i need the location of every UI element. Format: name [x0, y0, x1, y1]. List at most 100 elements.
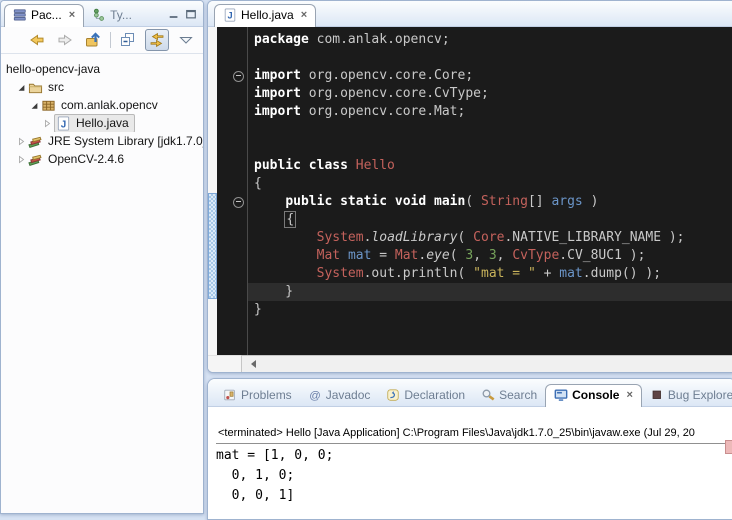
- code-line: public static void main( String[] args ): [254, 193, 732, 211]
- code-token: Mat: [317, 248, 340, 263]
- tree-item-src[interactable]: src: [1, 78, 203, 96]
- project-tree: hello-opencv-java srccom.anlak.opencvJHel…: [1, 54, 203, 168]
- link-with-editor-button[interactable]: [145, 29, 169, 51]
- code-token: String: [481, 194, 528, 209]
- folding-gutter: [217, 27, 247, 355]
- code-token: mat: [559, 266, 582, 281]
- code-token: package: [254, 32, 309, 47]
- view-tab-search[interactable]: Search: [473, 385, 545, 406]
- view-tab-problems[interactable]: Problems: [215, 385, 300, 406]
- view-tab-pac[interactable]: Pac... ×: [4, 4, 84, 27]
- expand-arrow-icon[interactable]: [28, 100, 41, 111]
- code-token: CvType: [512, 248, 559, 263]
- maximize-button[interactable]: [184, 8, 198, 20]
- tree-item-label: hello-opencv-java: [4, 62, 102, 76]
- search-icon: [481, 388, 495, 402]
- collapse-arrow-icon[interactable]: [41, 118, 54, 129]
- code-editor[interactable]: package com.anlak.opencv; import org.open…: [217, 27, 732, 355]
- code-token: .dump() );: [583, 266, 661, 281]
- tab-label: Bug Explorer: [668, 388, 732, 402]
- code-token: {: [284, 211, 296, 228]
- code-line: System.out.println( "mat = " + mat.dump(…: [254, 265, 732, 283]
- range-indicator: [208, 193, 217, 299]
- collapse-arrow-icon[interactable]: [15, 136, 28, 147]
- code-token: +: [536, 266, 559, 281]
- forward-button[interactable]: [54, 30, 76, 50]
- editor-area: JHello.java× package com.anlak.opencv; im…: [207, 0, 732, 373]
- code-token: 3: [465, 248, 473, 263]
- code-line: Mat mat = Mat.eye( 3, 3, CvType.CV_8UC1 …: [254, 247, 732, 265]
- collapse-all-button[interactable]: [117, 30, 139, 50]
- back-icon: [29, 32, 45, 48]
- code-token: Core: [473, 230, 504, 245]
- annotation-ruler[interactable]: [208, 27, 217, 355]
- code-token: []: [528, 194, 551, 209]
- close-icon[interactable]: ×: [69, 10, 75, 21]
- tab-label: Search: [499, 388, 537, 402]
- code-line: package com.anlak.opencv;: [254, 31, 732, 49]
- svg-text:J: J: [61, 119, 66, 130]
- tab-label: Problems: [241, 388, 292, 402]
- close-icon[interactable]: ×: [626, 390, 632, 401]
- tab-label: Pac...: [31, 8, 62, 22]
- svg-text:J: J: [227, 11, 232, 21]
- code-token: [254, 194, 285, 209]
- tree-item-opencv-2-4-6[interactable]: OpenCV-2.4.6: [1, 150, 203, 168]
- code-line: System.loadLibrary( Core.NATIVE_LIBRARY_…: [254, 229, 732, 247]
- code-token: System: [317, 230, 364, 245]
- collapse-all-icon: [120, 32, 136, 48]
- scrollbar-track[interactable]: [241, 355, 732, 372]
- go-up-button[interactable]: [82, 30, 104, 50]
- declaration-icon: [386, 388, 400, 402]
- code-text[interactable]: package com.anlak.opencv; import org.open…: [248, 27, 732, 319]
- fold-collapse-icon[interactable]: [233, 71, 244, 82]
- console-view: <terminated> Hello [Java Application] C:…: [208, 407, 732, 519]
- view-tab-javadoc[interactable]: @Javadoc: [300, 385, 379, 406]
- code-token: com.anlak.opencv;: [309, 32, 450, 47]
- selected-item-box: JHello.java: [54, 114, 135, 132]
- tree-item-hello-opencv-java[interactable]: hello-opencv-java: [1, 60, 203, 78]
- collapse-arrow-icon[interactable]: [15, 154, 28, 165]
- code-token: System: [317, 266, 364, 281]
- library-icon: [28, 152, 43, 167]
- console-view-stack: Problems @JavadocDeclaration Search Console…: [207, 378, 732, 520]
- tree-item-jre-system-library-jdk1-7-0-25[interactable]: JRE System Library [jdk1.7.0_25]: [1, 132, 203, 150]
- editor-tab-hello-java[interactable]: JHello.java×: [214, 4, 316, 27]
- code-line: import org.opencv.core.CvType;: [254, 85, 732, 103]
- view-tab-console[interactable]: Console ×: [545, 384, 642, 407]
- tree-item-com-anlak-opencv[interactable]: com.anlak.opencv: [1, 96, 203, 114]
- editor-tabbar: JHello.java×: [208, 1, 732, 27]
- string-literal: "mat = ": [473, 266, 536, 281]
- back-button[interactable]: [26, 30, 48, 50]
- code-token: ,: [497, 248, 513, 263]
- source-folder-icon: [28, 80, 43, 95]
- scroll-left-arrow-icon[interactable]: [247, 360, 256, 368]
- view-menu-button[interactable]: [175, 30, 197, 50]
- tree-item-hello-java[interactable]: JHello.java: [1, 114, 203, 132]
- code-token: import: [254, 86, 301, 101]
- close-icon[interactable]: ×: [301, 10, 307, 21]
- view-tab-declaration[interactable]: Declaration: [378, 385, 473, 406]
- code-token: .CV_8UC1 );: [559, 248, 645, 263]
- bug-icon: [650, 388, 664, 402]
- view-tab-ty[interactable]: Ty...: [84, 5, 140, 26]
- left-view-tabbar: Pac... × Ty...: [1, 1, 203, 27]
- code-line: {: [254, 211, 732, 229]
- link-with-editor-icon: [149, 32, 165, 48]
- code-token: (: [450, 248, 466, 263]
- expand-arrow-icon[interactable]: [15, 82, 28, 93]
- problems-icon: [223, 388, 237, 402]
- code-token: {: [254, 176, 262, 191]
- tab-label: Javadoc: [326, 388, 371, 402]
- bottom-view-tabbar: Problems @JavadocDeclaration Search Console…: [208, 379, 732, 407]
- code-line: [254, 139, 732, 157]
- code-line: public class Hello: [254, 157, 732, 175]
- console-output[interactable]: mat = [1, 0, 0; 0, 1, 0; 0, 0, 1]: [208, 444, 732, 506]
- code-token: public static void main: [285, 194, 465, 209]
- tab-label: Console: [572, 388, 619, 402]
- fold-collapse-icon[interactable]: [233, 197, 244, 208]
- view-tab-bug-explorer[interactable]: Bug Explorer: [642, 385, 732, 406]
- minimize-button[interactable]: [167, 8, 181, 20]
- horizontal-scrollbar[interactable]: [208, 355, 732, 372]
- terminate-icon[interactable]: [725, 440, 732, 454]
